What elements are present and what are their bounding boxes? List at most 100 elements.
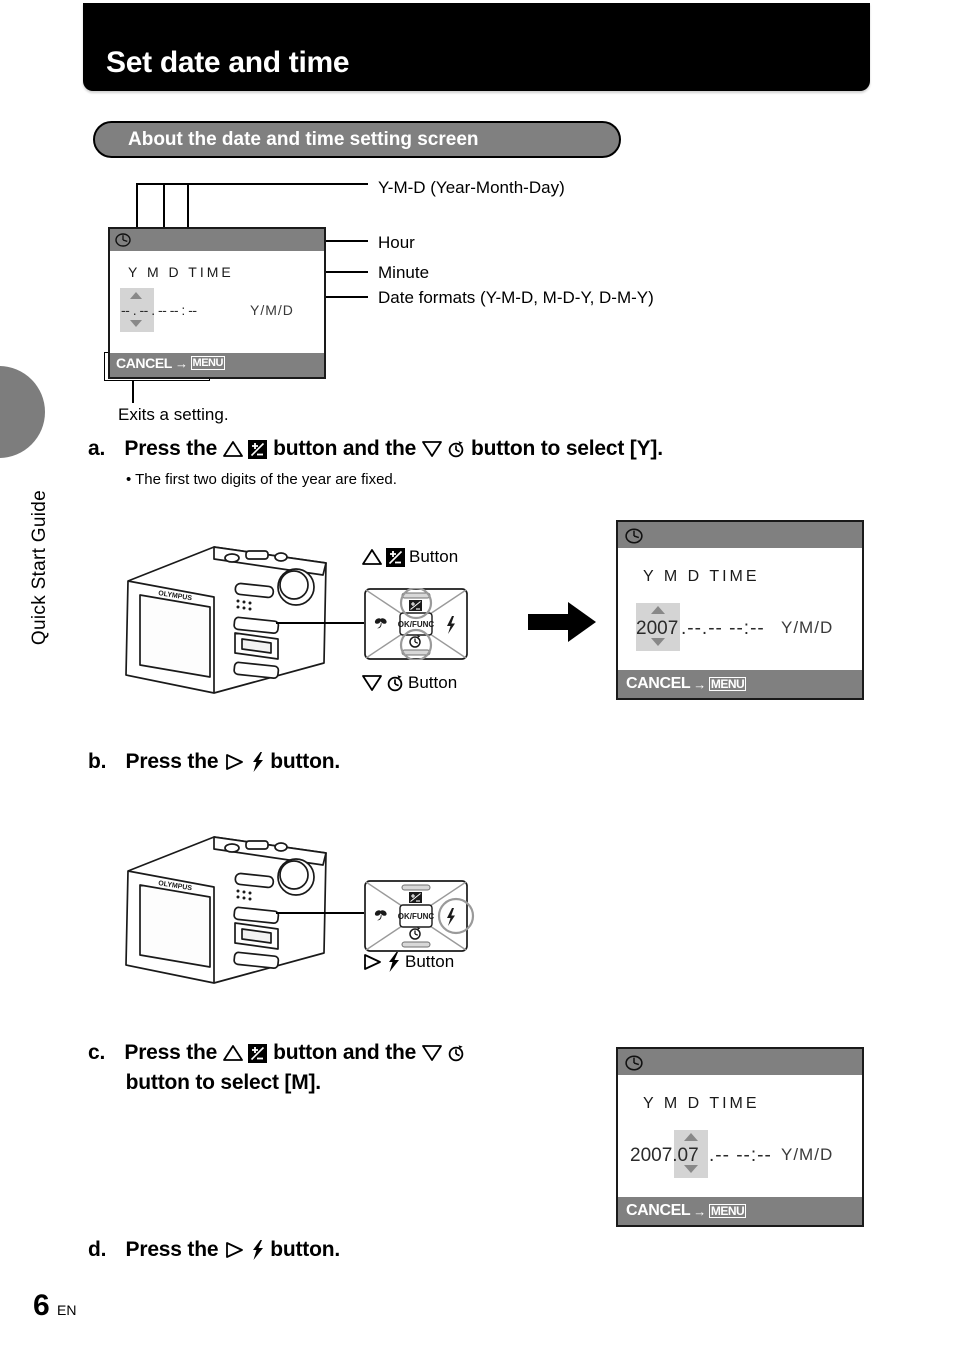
lcd-cancel-label: CANCEL [116, 355, 172, 371]
page-number: 6 [33, 1289, 50, 1322]
caption-right-button-label: Button [405, 952, 455, 971]
down-triangle-icon [421, 1044, 442, 1062]
lcd-menu-chip: MENU [708, 1204, 747, 1218]
lcd-cancel-arrow-icon: → [693, 1203, 706, 1219]
camera-illustration-b: OLYMPUS [118, 825, 333, 990]
process-arrow-icon [528, 600, 596, 644]
page-title-band: Set date and time [83, 3, 870, 91]
lcd-cancel-arrow-icon: → [693, 676, 706, 692]
lcd-footer-bar: CANCEL → MENU [110, 353, 324, 377]
leader-line-formats [325, 296, 368, 298]
leader-line-exit [132, 381, 134, 403]
lcd-spin-up-icon [130, 292, 142, 299]
controller-pad-b: OK/FUNC [364, 880, 478, 952]
lcd-footer-bar: CANCEL → MENU [618, 1197, 862, 1225]
right-triangle-icon [224, 1241, 244, 1259]
result-lcd-screen-a: Y M D TIME 2007 .--.-- --:-- Y/M/D CANCE… [616, 520, 864, 700]
caption-down-button-label: Button [408, 673, 458, 692]
step-c-marker: c. [88, 1041, 106, 1064]
exit-note-label: Exits a setting. [118, 405, 229, 424]
lcd-spin-up-icon [651, 606, 665, 614]
step-a-bullet: • The first two digits of the year are f… [126, 471, 397, 488]
leader-line-ymd-horizontal [136, 183, 368, 185]
callout-label-hour: Hour [378, 233, 415, 252]
result-lcd-screen-c: Y M D TIME 2007.07 .-- --:-- Y/M/D CANCE… [616, 1047, 864, 1227]
flash-icon [250, 1240, 265, 1261]
step-c-text-1: Press the [124, 1041, 218, 1064]
section-heading-pill: About the date and time setting screen [93, 121, 621, 158]
step-a: a. Press the button and the button to se… [88, 437, 663, 461]
lcd-date-format: Y/M/D [781, 618, 834, 637]
flash-icon [250, 752, 265, 773]
up-triangle-icon [222, 1044, 243, 1062]
lcd-date-format: Y/M/D [250, 302, 294, 318]
lcd-spin-down-icon [130, 320, 142, 327]
step-a-text-3: button to select [Y]. [471, 437, 663, 460]
up-triangle-icon [222, 440, 243, 458]
lcd-content-area: Y M D TIME -- . -- . -- -- : -- Y/M/D [110, 251, 324, 353]
lcd-cancel-row: CANCEL → MENU [626, 675, 747, 693]
clock-icon [115, 233, 131, 247]
lcd-year-value: 2007 [636, 618, 679, 639]
lcd-menu-chip: MENU [190, 356, 225, 370]
step-a-marker: a. [88, 437, 106, 460]
caption-down-button: Button [362, 673, 457, 693]
lcd-content-area: Y M D TIME 2007 .--.-- --:-- Y/M/D [618, 548, 862, 670]
up-triangle-icon [362, 548, 382, 566]
exposure-compensation-icon [248, 1043, 268, 1063]
clock-icon [625, 528, 643, 544]
caption-up-button: Button [362, 547, 458, 567]
pointer-line-pad-a [276, 622, 364, 624]
step-d-text-1: Press the [125, 1238, 219, 1261]
step-b-text-1: Press the [125, 750, 219, 773]
step-a-text-2: button and the [273, 437, 417, 460]
step-d-text-2: button. [270, 1238, 340, 1261]
self-timer-icon [447, 1044, 465, 1062]
step-d: d. Press the button. [88, 1238, 340, 1262]
clock-icon [625, 1055, 643, 1071]
right-triangle-icon [224, 753, 244, 771]
pad-center-label: OK/FUNC [398, 620, 435, 629]
step-d-marker: d. [88, 1238, 107, 1261]
step-c-text-2: button and the [273, 1041, 417, 1064]
step-b-marker: b. [88, 750, 107, 773]
step-b: b. Press the button. [88, 750, 340, 774]
camera-illustration-a: OLYMPUS [118, 535, 333, 700]
page-language: EN [57, 1302, 77, 1318]
lcd-cancel-label: CANCEL [626, 675, 691, 692]
lcd-date-remainder: .-- --:-- [709, 1145, 772, 1166]
step-a-text-1: Press the [124, 437, 218, 460]
section-heading-label: About the date and time setting screen [128, 129, 479, 150]
lcd-column-header: Y M D TIME [643, 568, 760, 585]
exposure-compensation-icon [386, 547, 405, 567]
step-c-text-3: button to select [M]. [125, 1071, 321, 1094]
sidebar-guide-label: Quick Start Guide [29, 490, 50, 646]
side-tab-marker [0, 366, 45, 458]
lcd-cancel-label: CANCEL [626, 1202, 691, 1219]
lcd-menu-chip: MENU [708, 677, 747, 691]
flash-icon [386, 952, 401, 972]
callout-label-minute: Minute [378, 263, 430, 282]
caption-up-button-label: Button [409, 547, 459, 566]
lcd-date-format: Y/M/D [781, 1145, 834, 1164]
exposure-compensation-icon [248, 439, 268, 459]
diagram-lcd-screen: Y M D TIME -- . -- . -- -- : -- Y/M/D CA… [108, 227, 326, 379]
lcd-year-month-value: 2007.07 [630, 1145, 699, 1166]
callout-label-ymd: Y-M-D (Year-Month-Day) [378, 178, 565, 197]
lcd-top-bar [618, 1049, 862, 1075]
step-c: c. Press the button and the button to se… [88, 1038, 568, 1098]
pointer-line-pad-b [276, 912, 364, 914]
lcd-top-bar [618, 522, 862, 548]
callout-label-formats: Date formats (Y-M-D, M-D-Y, D-M-Y) [378, 288, 654, 307]
lcd-column-header: Y M D TIME [128, 264, 234, 280]
page-title: Set date and time [106, 46, 350, 79]
step-b-text-2: button. [270, 750, 340, 773]
lcd-column-header: Y M D TIME [643, 1095, 760, 1112]
down-triangle-icon [362, 674, 382, 692]
self-timer-icon [386, 674, 404, 692]
caption-right-button: Button [362, 952, 454, 972]
lcd-top-bar [110, 229, 324, 251]
lcd-cancel-row: CANCEL → MENU [626, 1202, 747, 1220]
lcd-footer-bar: CANCEL → MENU [618, 670, 862, 698]
lcd-cancel-arrow-icon: → [174, 355, 188, 371]
